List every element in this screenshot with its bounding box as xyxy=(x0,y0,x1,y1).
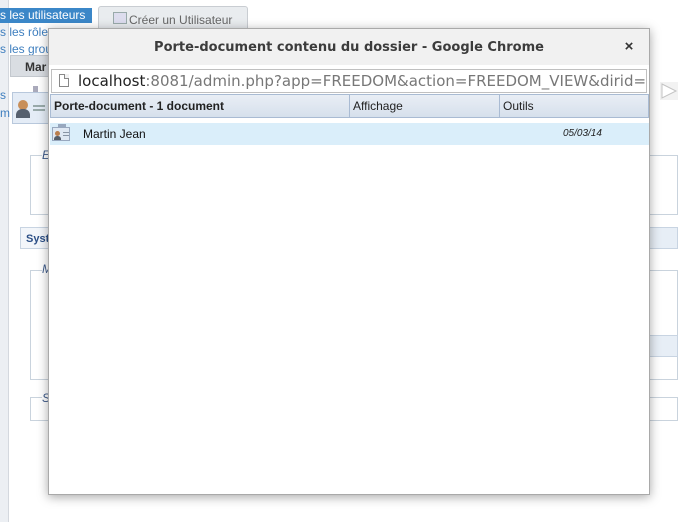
column-header-documents[interactable]: Porte-document - 1 document xyxy=(51,95,350,117)
document-date: 05/03/14 xyxy=(563,128,602,139)
column-header-display[interactable]: Affichage xyxy=(350,95,500,117)
table-row[interactable]: Martin Jean 05/03/14 xyxy=(50,123,649,145)
url-host: localhost xyxy=(78,72,146,90)
close-icon[interactable]: × xyxy=(621,39,637,55)
add-user-icon xyxy=(113,12,127,24)
section-system-label: Syst xyxy=(20,227,50,249)
tab-user[interactable]: Mar xyxy=(10,55,50,77)
nav-item-partial-2[interactable]: m xyxy=(0,106,10,120)
window-title: Porte-document contenu du dossier - Goog… xyxy=(154,40,544,55)
window-titlebar[interactable]: Porte-document contenu du dossier - Goog… xyxy=(49,29,649,65)
app-left-edge xyxy=(0,0,9,522)
column-header-tools[interactable]: Outils xyxy=(500,95,648,117)
user-card-icon xyxy=(12,92,50,124)
nav-item-all-roles[interactable]: s les rôles xyxy=(0,25,54,39)
url-path: :8081/admin.php?app=FREEDOM&action=FREED… xyxy=(145,72,647,90)
collapse-arrow-icon[interactable] xyxy=(660,82,678,100)
nav-item-all-users[interactable]: s les utilisateurs xyxy=(0,8,92,23)
user-card-icon xyxy=(52,124,70,141)
nav-item-all-groups[interactable]: s les grou xyxy=(0,42,52,56)
nav-item-partial-1[interactable]: s xyxy=(0,88,6,102)
page-icon xyxy=(59,74,69,87)
url-text[interactable]: localhost:8081/admin.php?app=FREEDOM&act… xyxy=(78,72,647,90)
address-bar[interactable]: localhost:8081/admin.php?app=FREEDOM&act… xyxy=(51,69,647,93)
document-name[interactable]: Martin Jean xyxy=(83,127,146,141)
table-header: Porte-document - 1 document Affichage Ou… xyxy=(50,94,649,118)
popup-window: Porte-document contenu du dossier - Goog… xyxy=(48,28,650,495)
create-user-label: Créer un Utilisateur xyxy=(129,13,233,27)
